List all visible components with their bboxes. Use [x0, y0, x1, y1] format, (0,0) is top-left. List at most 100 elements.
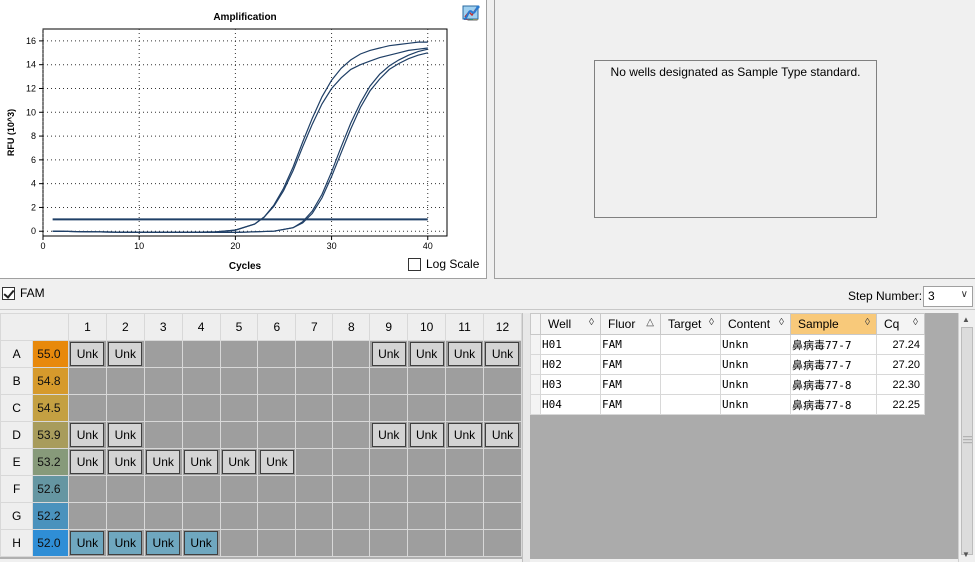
cell-fluor[interactable]: FAM: [600, 374, 661, 395]
plate-well[interactable]: [257, 475, 297, 503]
plate-row-header[interactable]: H: [0, 529, 34, 557]
cell-content[interactable]: Unkn: [720, 374, 791, 395]
plate-well[interactable]: [257, 421, 297, 449]
cell-well[interactable]: H04: [540, 394, 601, 415]
cell-fluor[interactable]: FAM: [600, 354, 661, 375]
cell-sample[interactable]: 鼻病毒77-7: [790, 354, 877, 375]
plate-column-header[interactable]: 6: [257, 313, 297, 341]
row-selector[interactable]: [530, 354, 541, 375]
cell-sample[interactable]: 鼻病毒77-8: [790, 374, 877, 395]
plate-well[interactable]: [295, 394, 334, 422]
plate-well[interactable]: [67, 394, 107, 422]
column-header-sample[interactable]: Sample ◊: [790, 313, 877, 335]
cell-target[interactable]: [660, 394, 721, 415]
plate-well[interactable]: [143, 421, 183, 449]
plate-well[interactable]: [219, 502, 259, 530]
plate-well[interactable]: [295, 475, 334, 503]
plate-well[interactable]: [482, 367, 523, 395]
cell-well[interactable]: H01: [540, 334, 601, 355]
plate-well[interactable]: [219, 475, 259, 503]
plate-well[interactable]: Unk: [105, 340, 145, 368]
plate-well[interactable]: [257, 367, 297, 395]
table-row[interactable]: H02 FAM Unkn 鼻病毒77-7 27.20: [530, 354, 925, 375]
plate-well[interactable]: [181, 394, 221, 422]
plate-corner[interactable]: [0, 313, 69, 341]
plate-well[interactable]: [295, 529, 334, 557]
cell-target[interactable]: [660, 334, 721, 355]
plate-well[interactable]: [181, 367, 221, 395]
plate-well[interactable]: [143, 394, 183, 422]
plate-well[interactable]: [219, 421, 259, 449]
cell-sample[interactable]: 鼻病毒77-7: [790, 334, 877, 355]
plate-well[interactable]: [407, 529, 447, 557]
column-header-target[interactable]: Target ◊: [660, 313, 721, 335]
sort-icon[interactable]: ◊: [865, 317, 870, 328]
plate-well[interactable]: [369, 367, 409, 395]
plate-well[interactable]: [257, 340, 297, 368]
plate-well[interactable]: [332, 448, 371, 476]
plate-well[interactable]: [181, 421, 221, 449]
cell-fluor[interactable]: FAM: [600, 394, 661, 415]
plate-well[interactable]: Unk: [143, 448, 183, 476]
sort-icon[interactable]: △: [646, 317, 654, 328]
plate-well[interactable]: [445, 367, 484, 395]
plate-well[interactable]: [257, 502, 297, 530]
plate-column-header[interactable]: 8: [332, 313, 371, 341]
sort-icon[interactable]: ◊: [913, 317, 918, 328]
row-selector[interactable]: [530, 374, 541, 395]
plate-column-header[interactable]: 1: [67, 313, 107, 341]
plate-well[interactable]: Unk: [445, 421, 484, 449]
column-header-cq[interactable]: Cq ◊: [876, 313, 925, 335]
plate-well[interactable]: [219, 367, 259, 395]
plate-well[interactable]: [105, 502, 145, 530]
cell-content[interactable]: Unkn: [720, 354, 791, 375]
plate-row-header[interactable]: A: [0, 340, 34, 368]
plate-well[interactable]: [332, 529, 371, 557]
scroll-down-icon[interactable]: ▼: [962, 550, 970, 559]
plate-column-header[interactable]: 3: [143, 313, 183, 341]
plate-well[interactable]: [143, 340, 183, 368]
cell-cq[interactable]: 22.30: [876, 374, 925, 395]
fam-check-box[interactable]: [2, 286, 15, 300]
plate-well[interactable]: [295, 367, 334, 395]
plate-well[interactable]: Unk: [67, 529, 107, 557]
table-row[interactable]: H04 FAM Unkn 鼻病毒77-8 22.25: [530, 394, 925, 415]
plate-well[interactable]: Unk: [482, 421, 523, 449]
table-row[interactable]: H03 FAM Unkn 鼻病毒77-8 22.30: [530, 374, 925, 395]
plate-well[interactable]: Unk: [67, 340, 107, 368]
plate-well[interactable]: [105, 475, 145, 503]
vertical-splitter[interactable]: [487, 0, 494, 279]
plate-well[interactable]: [67, 475, 107, 503]
plate-well[interactable]: [332, 340, 371, 368]
plate-well[interactable]: Unk: [219, 448, 259, 476]
plate-column-header[interactable]: 2: [105, 313, 145, 341]
plate-well[interactable]: [369, 475, 409, 503]
plate-well[interactable]: [407, 475, 447, 503]
cell-cq[interactable]: 27.20: [876, 354, 925, 375]
column-header-fluor[interactable]: Fluor △: [600, 313, 661, 335]
plate-well[interactable]: Unk: [407, 421, 447, 449]
plate-well[interactable]: [295, 502, 334, 530]
plate-well[interactable]: [332, 475, 371, 503]
plate-well[interactable]: Unk: [257, 448, 297, 476]
plate-well[interactable]: Unk: [181, 448, 221, 476]
cell-cq[interactable]: 22.25: [876, 394, 925, 415]
plate-row-header[interactable]: B: [0, 367, 34, 395]
plate-well[interactable]: Unk: [369, 340, 409, 368]
plate-column-header[interactable]: 9: [369, 313, 409, 341]
column-header-content[interactable]: Content ◊: [720, 313, 791, 335]
plate-row-header[interactable]: F: [0, 475, 34, 503]
plate-well[interactable]: [369, 502, 409, 530]
plate-well[interactable]: [332, 502, 371, 530]
plate-well[interactable]: Unk: [445, 340, 484, 368]
plate-well[interactable]: Unk: [105, 448, 145, 476]
plate-well[interactable]: [369, 394, 409, 422]
row-selector-header[interactable]: [530, 313, 541, 335]
cell-content[interactable]: Unkn: [720, 394, 791, 415]
plate-well[interactable]: [407, 448, 447, 476]
plate-column-header[interactable]: 11: [445, 313, 484, 341]
plate-well[interactable]: Unk: [105, 421, 145, 449]
plate-well[interactable]: [482, 529, 523, 557]
plate-well[interactable]: [257, 529, 297, 557]
plate-well[interactable]: [181, 340, 221, 368]
